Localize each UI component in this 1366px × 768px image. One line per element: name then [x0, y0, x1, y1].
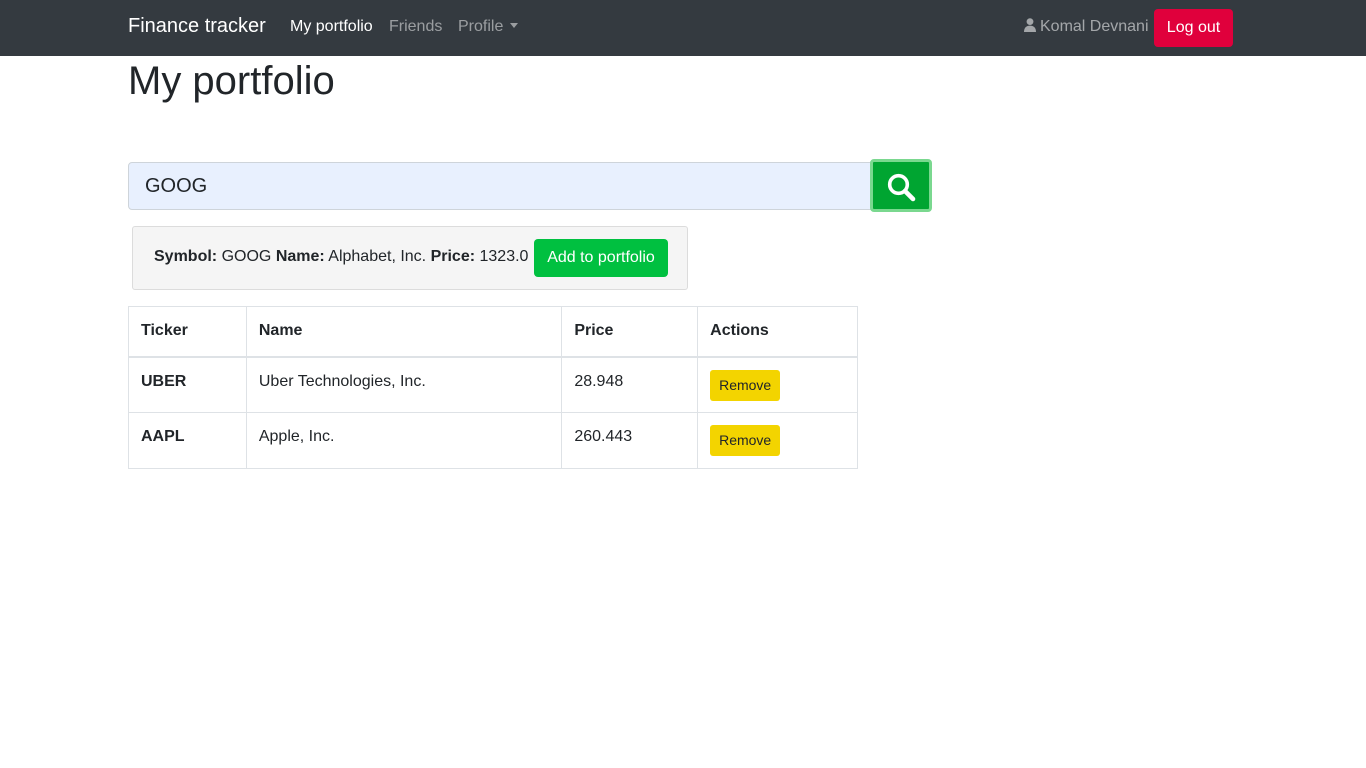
actions-cell: Remove: [697, 412, 858, 469]
navbar-brand[interactable]: Finance tracker: [128, 15, 266, 38]
column-header-ticker: Ticker: [128, 306, 247, 358]
table-row: AAPL Apple, Inc. 260.443 Remove: [128, 412, 858, 469]
nav-dropdown-profile[interactable]: Profile: [458, 18, 519, 36]
symbol-label: Symbol:: [154, 248, 218, 265]
price-cell: 28.948: [561, 356, 699, 413]
caret-down-icon: [510, 23, 519, 28]
search-icon: [887, 173, 916, 202]
nav-dropdown-profile-label: Profile: [458, 18, 504, 35]
add-to-portfolio-button[interactable]: Add to portfolio: [534, 239, 668, 277]
user-name: Komal Devnani: [1040, 18, 1149, 35]
table-header-row: Ticker Name Price Actions: [128, 306, 858, 358]
nav-link-friends[interactable]: Friends: [389, 18, 442, 36]
price-cell: 260.443: [561, 412, 699, 469]
remove-button[interactable]: Remove: [710, 425, 781, 456]
ticker-cell: UBER: [128, 356, 247, 413]
page-title: My portfolio: [128, 59, 335, 103]
column-header-actions: Actions: [697, 306, 858, 358]
user-menu[interactable]: Komal Devnani: [1024, 18, 1149, 36]
navbar: Finance tracker My portfolio Friends Pro…: [0, 0, 1366, 56]
result-symbol: GOOG: [221, 248, 272, 265]
logout-button[interactable]: Log out: [1154, 9, 1233, 47]
table-row: UBER Uber Technologies, Inc. 28.948 Remo…: [128, 356, 858, 413]
name-cell: Apple, Inc.: [245, 412, 563, 469]
remove-button[interactable]: Remove: [710, 369, 781, 401]
price-label: Price:: [430, 248, 476, 265]
result-price: 1323.0: [479, 248, 529, 265]
name-cell: Uber Technologies, Inc.: [245, 356, 563, 413]
portfolio-table: Ticker Name Price Actions UBER Uber Tech…: [128, 306, 858, 469]
ticker-cell: AAPL: [128, 412, 247, 469]
column-header-price: Price: [561, 306, 699, 358]
stock-search-input[interactable]: [128, 162, 872, 210]
result-name: Alphabet, Inc.: [328, 248, 427, 265]
search-result-card: Symbol: GOOG Name: Alphabet, Inc. Price:…: [132, 226, 688, 290]
nav-link-my-portfolio[interactable]: My portfolio: [290, 18, 373, 36]
search-button[interactable]: [870, 159, 932, 212]
column-header-name: Name: [245, 306, 563, 358]
actions-cell: Remove: [697, 356, 858, 413]
name-label: Name:: [275, 248, 325, 265]
search-result-text: Symbol: GOOG Name: Alphabet, Inc. Price:…: [154, 248, 528, 266]
user-icon: [1024, 18, 1036, 32]
